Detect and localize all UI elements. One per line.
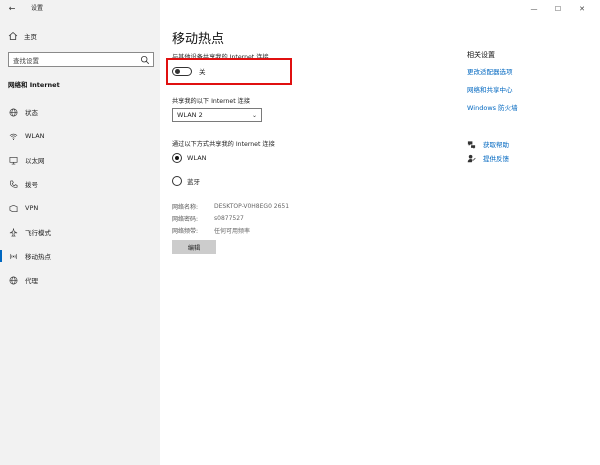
minimize-button[interactable]: — xyxy=(522,3,546,15)
feedback-link[interactable]: 提供反馈 xyxy=(467,151,509,165)
maximize-button[interactable]: ☐ xyxy=(546,3,570,15)
ethernet-icon xyxy=(9,156,18,164)
back-button[interactable]: ← xyxy=(6,4,18,14)
edit-button[interactable]: 编辑 xyxy=(172,240,216,254)
sidebar-item-label: 飞行模式 xyxy=(25,229,51,237)
globe-icon xyxy=(9,108,18,116)
main-content: — ☐ ✕ 移动热点 与其他设备共享我的 Internet 连接 关 共享我的以… xyxy=(160,0,600,465)
home-label: 主页 xyxy=(24,33,37,41)
sidebar-item-label: 拨号 xyxy=(25,181,38,189)
sidebar-section-title: 网络和 Internet xyxy=(8,81,60,89)
sidebar-item-dialup[interactable]: 拨号 xyxy=(0,172,160,196)
sidebar-item-status[interactable]: 状态 xyxy=(0,100,160,124)
help-section: 获取帮助 提供反馈 xyxy=(467,137,509,165)
get-help-label: 获取帮助 xyxy=(483,141,509,149)
sidebar-item-airplane[interactable]: 飞行模式 xyxy=(0,220,160,244)
radio-bluetooth[interactable]: 蓝牙 xyxy=(172,176,200,186)
radio-wlan[interactable]: WLAN xyxy=(172,153,207,163)
search-icon xyxy=(140,55,150,64)
share-via-label: 通过以下方式共享我的 Internet 连接 xyxy=(172,141,275,148)
sidebar-item-ethernet[interactable]: 以太网 xyxy=(0,148,160,172)
share-from-select[interactable]: WLAN 2 ⌄ xyxy=(172,108,262,122)
sidebar-item-vpn[interactable]: VPN xyxy=(0,196,160,220)
sidebar-item-hotspot[interactable]: 移动热点 xyxy=(0,244,160,268)
phone-icon xyxy=(10,180,18,188)
sidebar-item-label: 状态 xyxy=(25,109,38,117)
related-settings-heading: 相关设置 xyxy=(467,51,495,59)
chevron-down-icon: ⌄ xyxy=(251,111,257,119)
info-value: s0877527 xyxy=(214,214,244,222)
radio-button xyxy=(172,176,182,186)
info-row: 网络名称: DESKTOP-V0H8EG0 2651 xyxy=(172,200,289,212)
window-title: 设置 xyxy=(31,5,44,12)
info-value: DESKTOP-V0H8EG0 2651 xyxy=(214,202,290,210)
hotspot-icon xyxy=(9,253,18,259)
page-title: 移动热点 xyxy=(172,32,225,47)
vpn-icon xyxy=(9,204,18,212)
info-key: 网络密码: xyxy=(172,215,199,223)
radio-label: 蓝牙 xyxy=(187,178,200,186)
radio-label: WLAN xyxy=(187,154,207,162)
sidebar-item-label: 移动热点 xyxy=(25,253,51,261)
sidebar-nav: 状态 WLAN 以太网 拨号 VPN 飞行模式 移动热点 代理 xyxy=(0,100,160,292)
sidebar-item-label: WLAN xyxy=(25,132,45,140)
airplane-icon xyxy=(9,227,18,236)
link-adapter-options[interactable]: 更改适配器选项 xyxy=(467,69,592,87)
link-network-sharing-center[interactable]: 网络和共享中心 xyxy=(467,87,592,105)
sidebar-item-label: VPN xyxy=(25,204,39,212)
info-value: 任何可用频率 xyxy=(214,227,251,235)
radio-button xyxy=(172,153,182,163)
share-from-label: 共享我的以下 Internet 连接 xyxy=(172,98,251,105)
sidebar-item-wlan[interactable]: WLAN xyxy=(0,124,160,148)
close-button[interactable]: ✕ xyxy=(570,3,594,15)
network-info: 网络名称: DESKTOP-V0H8EG0 2651 网络密码: s087752… xyxy=(172,200,289,236)
home-button[interactable]: 主页 xyxy=(8,30,37,42)
arrow-left-icon: ← xyxy=(8,4,16,13)
search-input[interactable]: 查找设置 xyxy=(8,52,154,67)
close-icon: ✕ xyxy=(579,5,585,13)
info-row: 网络密码: s0877527 xyxy=(172,212,289,224)
sidebar: ← 设置 主页 查找设置 网络和 Internet 状态 WLAN 以太网 拨号… xyxy=(0,0,160,465)
window-controls: — ☐ ✕ xyxy=(522,3,594,15)
share-from-value: WLAN 2 xyxy=(177,111,203,119)
chat-help-icon xyxy=(467,140,476,149)
globe-icon xyxy=(9,276,18,284)
info-key: 网络频带: xyxy=(172,227,199,235)
minimize-icon: — xyxy=(530,5,538,13)
feedback-icon xyxy=(467,154,476,162)
sidebar-item-label: 以太网 xyxy=(25,157,45,165)
titlebar-left: ← 设置 xyxy=(0,0,160,18)
maximize-icon: ☐ xyxy=(554,5,562,13)
wifi-icon xyxy=(9,133,18,140)
sidebar-item-proxy[interactable]: 代理 xyxy=(0,268,160,292)
link-windows-firewall[interactable]: Windows 防火墙 xyxy=(467,105,592,123)
info-key: 网络名称: xyxy=(172,203,199,211)
get-help-link[interactable]: 获取帮助 xyxy=(467,137,509,151)
home-icon xyxy=(8,31,18,40)
highlight-box xyxy=(166,58,292,85)
related-settings: 相关设置 更改适配器选项 网络和共享中心 Windows 防火墙 xyxy=(467,50,592,123)
sidebar-item-label: 代理 xyxy=(25,277,38,285)
feedback-label: 提供反馈 xyxy=(483,155,509,163)
info-row: 网络频带: 任何可用频率 xyxy=(172,224,289,236)
search-placeholder: 查找设置 xyxy=(13,56,39,65)
